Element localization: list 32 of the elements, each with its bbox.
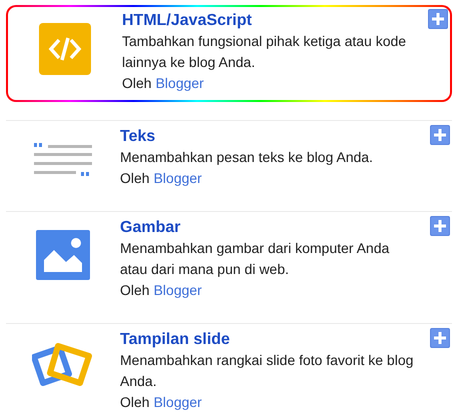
add-button[interactable] xyxy=(428,9,448,29)
plus-icon xyxy=(431,12,445,26)
gadget-description: Menambahkan gambar dari komputer Anda atau dari mana pun di web. xyxy=(120,239,390,279)
gadget-description: Tambahkan fungsional pihak ketiga atau kode lainnya ke blog Anda. xyxy=(122,32,408,72)
author-link[interactable]: Blogger xyxy=(154,392,202,413)
add-button[interactable] xyxy=(430,216,450,236)
gadget-description: Menambahkan pesan teks ke blog Anda. xyxy=(120,148,374,167)
gadget-card[interactable]: Teks Menambahkan pesan teks ke blog Anda. Oleh Blogger xyxy=(6,120,452,211)
code-icon xyxy=(39,23,91,75)
slides-icon xyxy=(32,342,94,388)
image-icon xyxy=(36,230,90,280)
gadget-title: HTML/JavaScript xyxy=(122,11,253,31)
by-label: Oleh xyxy=(120,169,150,188)
add-button[interactable] xyxy=(430,328,450,348)
plus-icon xyxy=(433,331,447,345)
gadget-title: Tampilan slide xyxy=(120,330,231,350)
by-label: Oleh xyxy=(122,74,152,93)
author-link[interactable]: Blogger xyxy=(154,168,202,189)
gadget-card[interactable]: Tampilan slide Menambahkan rangkai slide foto favorit ke blog Anda. Oleh Blogger xyxy=(6,323,452,417)
gadget-card[interactable]: HTML/JavaScript Tambahkan fungsional pihak ketiga atau kode lainnya ke blog Anda. Oleh Blogger xyxy=(6,5,452,102)
by-label: Oleh xyxy=(120,281,150,300)
text-icon xyxy=(34,143,92,177)
by-label: Oleh xyxy=(120,393,150,412)
author-link[interactable]: Blogger xyxy=(156,73,204,94)
gadget-card[interactable]: Gambar Menambahkan gambar dari komputer Anda atau dari mana pun di web. Oleh Blogger xyxy=(6,211,452,323)
gadget-title: Gambar xyxy=(120,218,182,238)
gadget-title: Teks xyxy=(120,127,156,147)
author-link[interactable]: Blogger xyxy=(154,280,202,301)
plus-icon xyxy=(433,219,447,233)
plus-icon xyxy=(433,128,447,142)
add-button[interactable] xyxy=(430,125,450,145)
gadget-description: Menambahkan rangkai slide foto favorit ke blog Anda. xyxy=(120,351,414,391)
